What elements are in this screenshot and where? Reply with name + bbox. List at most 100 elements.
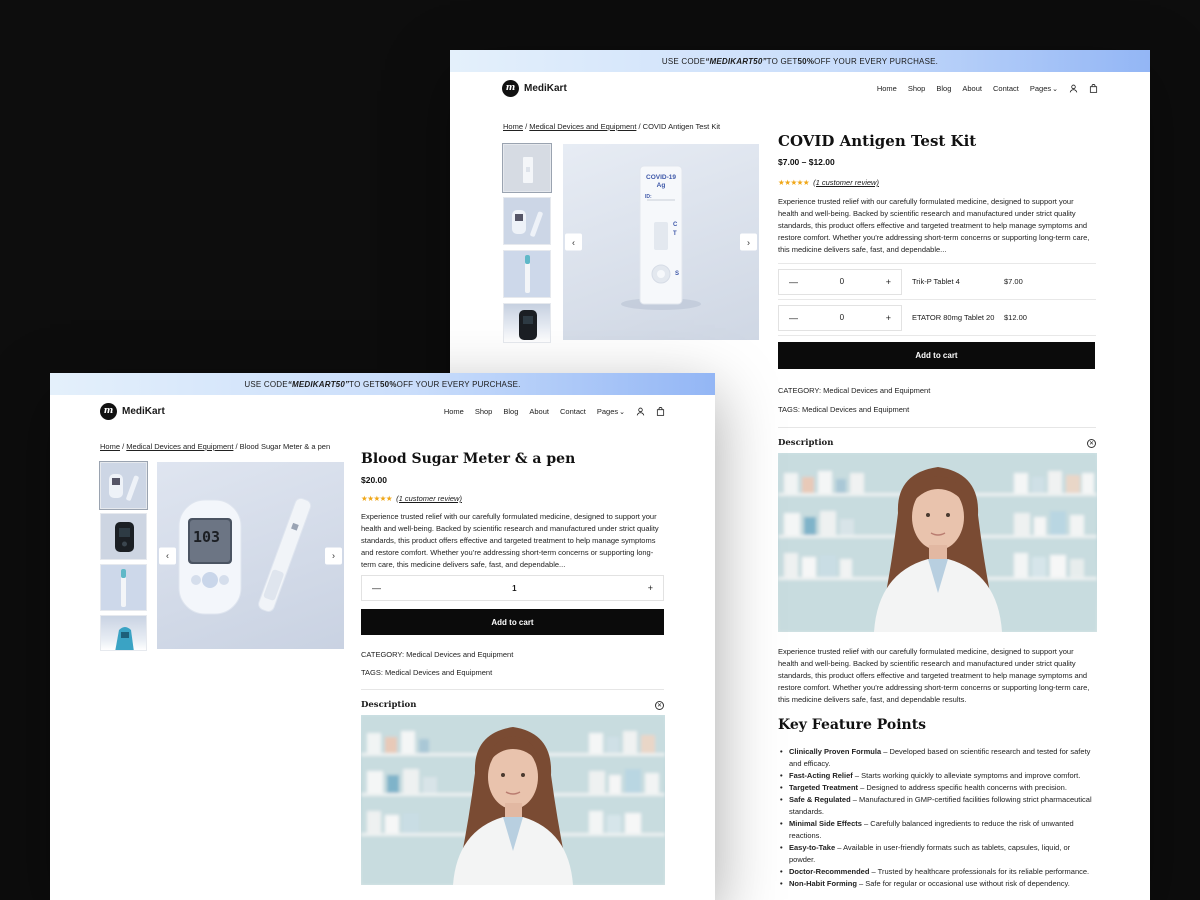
breadcrumb-category[interactable]: Medical Devices and Equipment: [126, 442, 233, 451]
product-tags: TAGS: Medical Devices and Equipment: [778, 405, 909, 414]
thumbnail-3[interactable]: [100, 564, 147, 611]
nav-shop[interactable]: Shop: [475, 407, 493, 416]
navbar: m MediKart Home Shop Blog About Contact …: [100, 395, 665, 427]
nav-home[interactable]: Home: [444, 407, 464, 416]
close-circle-icon[interactable]: ✕: [655, 700, 664, 710]
quantity-stepper[interactable]: — 1 +: [361, 575, 664, 601]
kit-id-label: ID:: [645, 194, 652, 200]
quantity-stepper[interactable]: — 0 +: [778, 268, 902, 295]
nav-blog[interactable]: Blog: [936, 84, 951, 93]
chevron-right-icon[interactable]: ›: [740, 233, 757, 251]
description-header[interactable]: Description ✕: [778, 427, 1096, 448]
category-link[interactable]: Medical Devices and Equipment: [404, 650, 513, 659]
quantity-value[interactable]: 0: [840, 313, 844, 322]
nav-pages[interactable]: Pages⌄: [597, 407, 625, 416]
navbar: m MediKart Home Shop Blog About Contact …: [502, 72, 1098, 104]
category-label: CATEGORY:: [361, 650, 405, 659]
tags-link[interactable]: Medical Devices and Equipment: [383, 668, 492, 677]
pharmacist-image: [778, 453, 1097, 632]
glucose-meter-thumb-image: [109, 474, 139, 501]
feature-desc: – Starts working quickly to alleviate sy…: [852, 771, 1081, 780]
plus-icon[interactable]: +: [648, 583, 653, 593]
logo[interactable]: m MediKart: [100, 402, 165, 420]
product-title: Blood Sugar Meter & a pen: [361, 451, 576, 467]
thumbnail-4[interactable]: [100, 615, 147, 651]
pharmacy-background-image: [778, 453, 1097, 632]
feature-name: Easy-to-Take: [789, 843, 836, 852]
kit-label: COVID-19 Ag: [646, 174, 676, 189]
nav-about[interactable]: About: [962, 84, 982, 93]
minus-icon[interactable]: —: [789, 313, 798, 323]
thermometer-thumb-image: [525, 255, 530, 293]
reviews-link[interactable]: (1 customer review): [813, 178, 879, 187]
thumbnail-2[interactable]: [100, 513, 147, 560]
promo-code: “MEDIKART50”: [705, 56, 767, 66]
feature-desc: – Designed to address specific health co…: [858, 783, 1067, 792]
plus-icon[interactable]: +: [886, 277, 891, 287]
nav-shop[interactable]: Shop: [908, 84, 926, 93]
device-thumb-image: [519, 310, 537, 340]
add-to-cart-button[interactable]: Add to cart: [778, 342, 1095, 369]
category-label: CATEGORY:: [778, 386, 822, 395]
close-circle-icon[interactable]: ✕: [1087, 438, 1096, 448]
promo-text-mid: TO GET: [766, 56, 798, 66]
variant-name: Trik-P Tablet 4: [912, 277, 960, 286]
thumbnail-4[interactable]: [503, 303, 551, 343]
rating: ★★★★★ (1 customer review): [361, 494, 462, 503]
nav-blog[interactable]: Blog: [503, 407, 518, 416]
thumbnail-3[interactable]: [503, 250, 551, 298]
star-rating-icon: ★★★★★: [361, 494, 393, 503]
promo-text: USE CODE: [244, 379, 288, 389]
tags-link[interactable]: Medical Devices and Equipment: [800, 405, 909, 414]
features-title: Key Feature Points: [778, 717, 927, 733]
quantity-stepper[interactable]: — 0 +: [778, 304, 902, 331]
thumbnail-1[interactable]: [99, 461, 148, 510]
quantity-value[interactable]: 0: [840, 277, 844, 286]
description-header[interactable]: Description ✕: [361, 689, 664, 710]
plus-icon[interactable]: +: [886, 313, 891, 323]
breadcrumb-category[interactable]: Medical Devices and Equipment: [529, 122, 636, 131]
nav-home[interactable]: Home: [877, 84, 897, 93]
nav-about[interactable]: About: [529, 407, 549, 416]
chevron-left-icon[interactable]: ‹: [159, 547, 176, 564]
chevron-left-icon[interactable]: ‹: [565, 233, 582, 251]
main-menu: Home Shop Blog About Contact Pages⌄: [877, 84, 1098, 93]
variant-price: $12.00: [1004, 313, 1027, 322]
chevron-down-icon: ⌄: [619, 408, 625, 416]
nav-contact[interactable]: Contact: [993, 84, 1019, 93]
bag-icon[interactable]: [1089, 83, 1098, 93]
brand-name: MediKart: [122, 405, 165, 417]
add-to-cart-button[interactable]: Add to cart: [361, 609, 664, 635]
quantity-value[interactable]: 1: [512, 584, 516, 593]
minus-icon[interactable]: —: [789, 277, 798, 287]
promo-text-end: OFF YOUR EVERY PURCHASE.: [814, 56, 939, 66]
feature-name: Clinically Proven Formula: [789, 747, 882, 756]
feature-item: Minimal Side Effects – Carefully balance…: [778, 818, 1096, 842]
nav-pages[interactable]: Pages⌄: [1030, 84, 1058, 93]
breadcrumb-home[interactable]: Home: [503, 122, 523, 131]
user-icon[interactable]: [1069, 84, 1078, 93]
feature-desc: – Trusted by healthcare professionals fo…: [869, 867, 1090, 876]
kit-t-label: T: [673, 231, 677, 237]
reviews-link[interactable]: (1 customer review): [396, 494, 462, 503]
category-link[interactable]: Medical Devices and Equipment: [821, 386, 930, 395]
glucose-meter-thumb-image: [512, 210, 543, 237]
minus-icon[interactable]: —: [372, 583, 381, 593]
feature-name: Non-Habit Forming: [789, 879, 857, 888]
thumbnail-1[interactable]: [502, 143, 552, 193]
variant-price: $7.00: [1004, 277, 1023, 286]
breadcrumb-home[interactable]: Home: [100, 442, 120, 451]
chevron-right-icon[interactable]: ›: [325, 547, 342, 564]
breadcrumb: Home / Medical Devices and Equipment / C…: [503, 122, 721, 131]
bag-icon[interactable]: [656, 406, 665, 416]
variant-table: — 0 + Trik-P Tablet 4 $7.00 — 0 + ETATOR…: [778, 263, 1096, 336]
nav-contact[interactable]: Contact: [560, 407, 586, 416]
variant-row: — 0 + Trik-P Tablet 4 $7.00: [778, 264, 1096, 300]
product-tags: TAGS: Medical Devices and Equipment: [361, 668, 492, 677]
feature-list: Clinically Proven Formula – Developed ba…: [778, 746, 1096, 890]
thumbnail-2[interactable]: [503, 197, 551, 245]
nav-pages-label: Pages: [596, 406, 619, 416]
user-icon[interactable]: [636, 407, 645, 416]
blood-sugar-meter-image: [178, 497, 312, 615]
logo[interactable]: m MediKart: [502, 79, 567, 97]
